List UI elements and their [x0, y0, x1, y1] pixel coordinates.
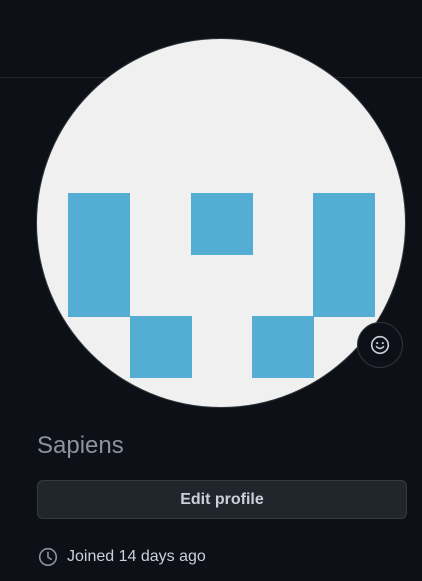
joined-text: Joined 14 days ago — [67, 548, 206, 565]
avatar[interactable] — [37, 39, 405, 407]
identicon-block — [68, 193, 130, 317]
clock-icon — [38, 547, 58, 567]
profile-username: Sapiens — [37, 432, 124, 459]
joined-info: Joined 14 days ago — [37, 546, 206, 568]
profile-sidebar: Sapiens Edit profile Joined 14 days ago — [0, 0, 422, 581]
identicon-block — [191, 193, 253, 255]
set-status-button[interactable] — [357, 322, 403, 368]
identicon-block — [252, 316, 314, 378]
identicon-block — [130, 316, 192, 378]
smiley-icon — [370, 335, 390, 355]
identicon-block — [313, 193, 375, 317]
edit-profile-button[interactable]: Edit profile — [37, 480, 407, 519]
